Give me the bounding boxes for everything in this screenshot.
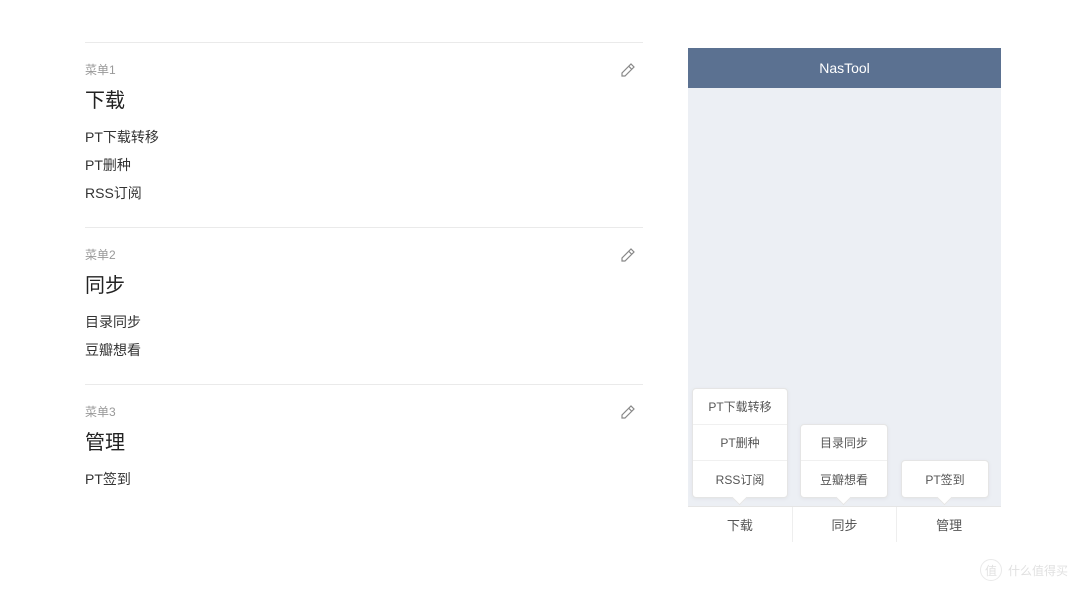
popup-item[interactable]: 豆瓣想看: [801, 461, 887, 497]
popup-item[interactable]: PT签到: [902, 461, 988, 497]
edit-icon[interactable]: [619, 61, 637, 79]
preview-tab[interactable]: 下载: [688, 507, 793, 542]
popup-item[interactable]: PT下载转移: [693, 389, 787, 425]
popup-item[interactable]: RSS订阅: [693, 461, 787, 497]
menu-title: 下载: [85, 84, 643, 113]
watermark: 值 什么值得买: [980, 559, 1068, 581]
menu-item: RSS订阅: [85, 179, 643, 207]
menu-editor-column: 菜单1 下载 PT下载转移 PT删种 RSS订阅 菜单2 同步 目录同步 豆瓣想…: [85, 42, 643, 513]
menu-label: 菜单1: [85, 61, 643, 78]
preview-tab[interactable]: 管理: [897, 507, 1001, 542]
edit-icon[interactable]: [619, 403, 637, 421]
menu-label: 菜单2: [85, 246, 643, 263]
menu-item: 目录同步: [85, 308, 643, 336]
menu-item: PT下载转移: [85, 123, 643, 151]
menu-label: 菜单3: [85, 403, 643, 420]
watermark-text: 什么值得买: [1008, 562, 1068, 579]
menu-item: PT删种: [85, 151, 643, 179]
popup-item[interactable]: PT删种: [693, 425, 787, 461]
menu-block-2: 菜单2 同步 目录同步 豆瓣想看: [85, 227, 643, 384]
menu-title: 管理: [85, 426, 643, 455]
popup-item[interactable]: 目录同步: [801, 425, 887, 461]
popup-menu-1: PT下载转移 PT删种 RSS订阅: [692, 388, 788, 498]
menu-item: PT签到: [85, 465, 643, 493]
menu-title: 同步: [85, 269, 643, 298]
popup-menu-2: 目录同步 豆瓣想看: [800, 424, 888, 498]
preview-panel: NasTool PT下载转移 PT删种 RSS订阅 目录同步 豆瓣想看 PT签到…: [688, 48, 1001, 542]
edit-icon[interactable]: [619, 246, 637, 264]
watermark-badge-icon: 值: [980, 559, 1002, 581]
preview-tab-bar: 下载 同步 管理: [688, 506, 1001, 542]
preview-tab[interactable]: 同步: [793, 507, 898, 542]
menu-block-3: 菜单3 管理 PT签到: [85, 384, 643, 513]
preview-header: NasTool: [688, 48, 1001, 88]
menu-block-1: 菜单1 下载 PT下载转移 PT删种 RSS订阅: [85, 42, 643, 227]
menu-item: 豆瓣想看: [85, 336, 643, 364]
popup-menu-3: PT签到: [901, 460, 989, 498]
